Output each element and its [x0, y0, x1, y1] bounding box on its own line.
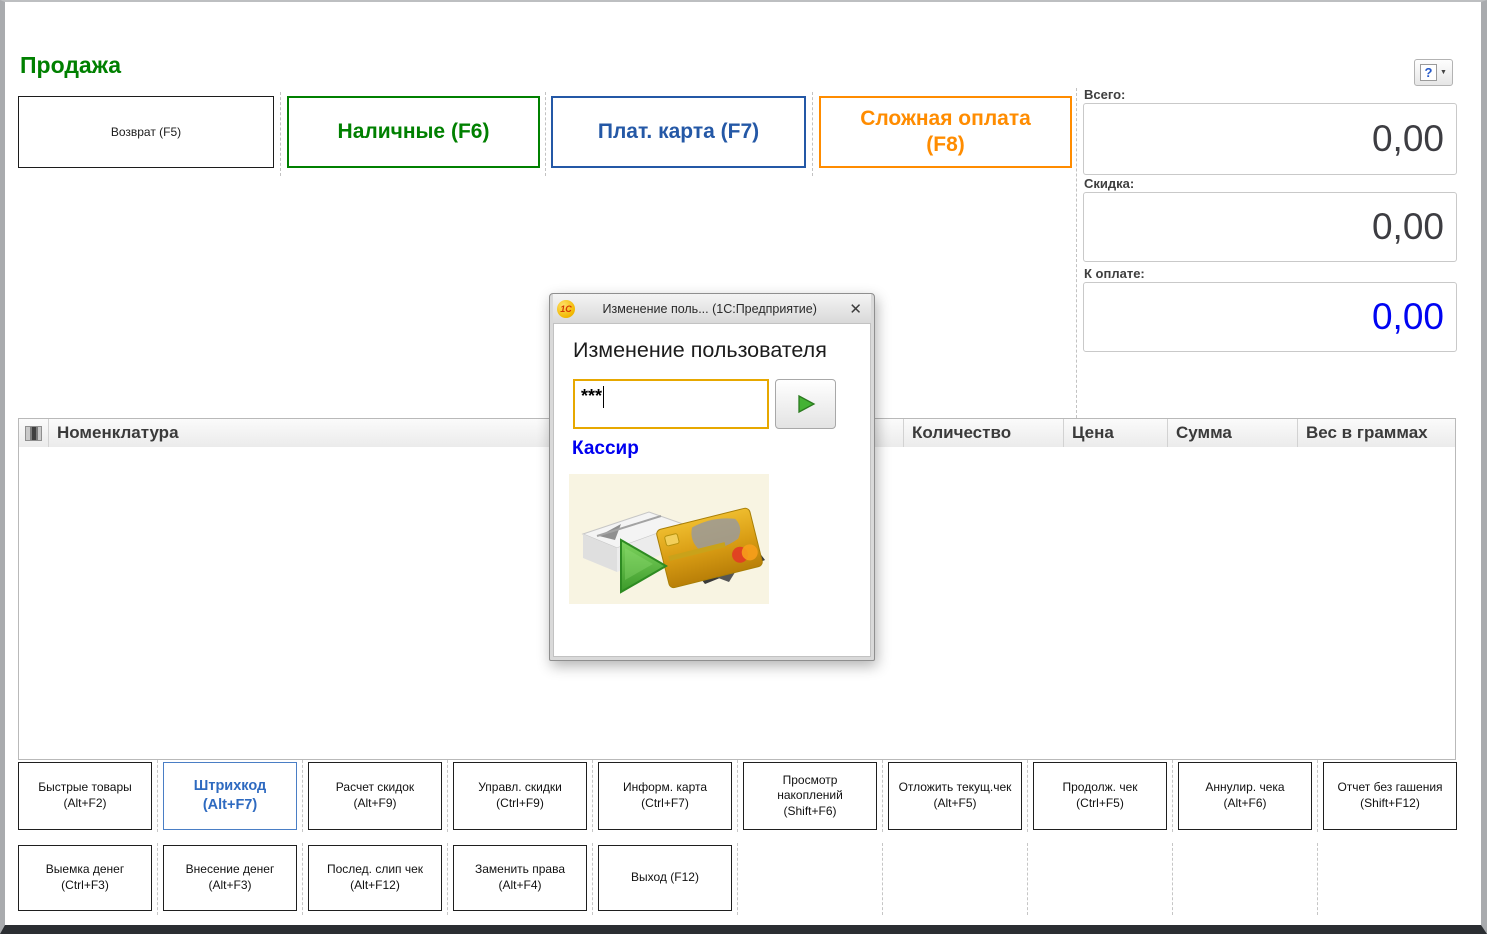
- cash-deposit-button[interactable]: Внесение денег(Alt+F3): [163, 845, 297, 911]
- 1c-logo-icon: 1С: [557, 300, 575, 318]
- help-icon: ?: [1420, 64, 1437, 81]
- app-window: { "app": { "page_title": "Продажа" }, "h…: [0, 0, 1487, 934]
- column-header-price[interactable]: Цена: [1064, 419, 1168, 447]
- confirm-button[interactable]: [775, 379, 836, 429]
- info-card-button[interactable]: Информ. карта(Ctrl+F7): [598, 762, 732, 830]
- card-payment-button[interactable]: Плат. карта (F7): [551, 96, 806, 168]
- splitter: [1027, 843, 1028, 915]
- help-button[interactable]: ? ▼: [1414, 59, 1453, 86]
- complex-payment-button[interactable]: Сложная оплата (F8): [819, 96, 1072, 168]
- chevron-down-icon: ▼: [1440, 69, 1447, 76]
- change-user-dialog: 1С Изменение поль... (1С:Предприятие) ✕ …: [549, 293, 875, 661]
- password-input[interactable]: ***: [573, 379, 769, 429]
- close-icon[interactable]: ✕: [844, 300, 867, 318]
- splitter: [812, 92, 813, 176]
- splitter: [302, 843, 303, 915]
- column-header-weight[interactable]: Вес в граммах: [1298, 419, 1455, 447]
- total-value: 0,00: [1372, 118, 1444, 160]
- quick-goods-button[interactable]: Быстрые товары(Alt+F2): [18, 762, 152, 830]
- cashier-user-link[interactable]: Кассир: [572, 438, 639, 460]
- splitter: [1172, 760, 1173, 832]
- discount-value: 0,00: [1372, 206, 1444, 248]
- splitter: [280, 92, 281, 176]
- password-value: ***: [581, 386, 602, 406]
- column-header-sum[interactable]: Сумма: [1168, 419, 1298, 447]
- splitter: [157, 843, 158, 915]
- to-pay-value: 0,00: [1372, 296, 1444, 338]
- dialog-titlebar[interactable]: 1С Изменение поль... (1С:Предприятие) ✕: [553, 294, 871, 323]
- discount-label: Скидка:: [1084, 176, 1134, 191]
- discount-field: 0,00: [1083, 192, 1457, 262]
- total-field: 0,00: [1083, 103, 1457, 175]
- total-label: Всего:: [1084, 87, 1125, 102]
- last-slip-button[interactable]: Послед. слип чек(Alt+F12): [308, 845, 442, 911]
- splitter: [447, 843, 448, 915]
- page-title: Продажа: [20, 52, 121, 79]
- splitter: [882, 760, 883, 832]
- continue-receipt-button[interactable]: Продолж. чек(Ctrl+F5): [1033, 762, 1167, 830]
- splitter: [447, 760, 448, 832]
- splitter: [157, 760, 158, 832]
- splitter: [882, 843, 883, 915]
- barcode-button[interactable]: Штрихкод(Alt+F7): [163, 762, 297, 830]
- defer-receipt-button[interactable]: Отложить текущ.чек(Alt+F5): [888, 762, 1022, 830]
- row-number-icon: [25, 426, 42, 441]
- discount-calc-button[interactable]: Расчет скидок(Alt+F9): [308, 762, 442, 830]
- splitter: [1172, 843, 1173, 915]
- to-pay-label: К оплате:: [1084, 266, 1145, 281]
- to-pay-field: 0,00: [1083, 282, 1457, 352]
- view-accumulations-button[interactable]: Просмотр накоплений(Shift+F6): [743, 762, 877, 830]
- splitter: [592, 843, 593, 915]
- cash-payment-button[interactable]: Наличные (F6): [287, 96, 540, 168]
- change-rights-button[interactable]: Заменить права(Alt+F4): [453, 845, 587, 911]
- manage-discounts-button[interactable]: Управл. скидки(Ctrl+F9): [453, 762, 587, 830]
- return-button[interactable]: Возврат (F5): [18, 96, 274, 168]
- splitter: [1317, 843, 1318, 915]
- cash-withdrawal-button[interactable]: Выемка денег(Ctrl+F3): [18, 845, 152, 911]
- splitter: [1076, 88, 1077, 418]
- splitter: [1027, 760, 1028, 832]
- card-reader-image: [569, 474, 769, 604]
- splitter: [302, 760, 303, 832]
- dialog-body: Изменение пользователя *** Кассир: [553, 323, 871, 657]
- text-caret: [603, 386, 604, 408]
- dialog-heading: Изменение пользователя: [573, 338, 827, 363]
- exit-button[interactable]: Выход (F12): [598, 845, 732, 911]
- splitter: [737, 760, 738, 832]
- void-receipt-button[interactable]: Аннулир. чека(Alt+F6): [1178, 762, 1312, 830]
- x-report-button[interactable]: Отчет без гашения(Shift+F12): [1323, 762, 1457, 830]
- play-icon: [796, 394, 816, 414]
- dialog-title: Изменение поль... (1С:Предприятие): [581, 302, 838, 316]
- splitter: [592, 760, 593, 832]
- splitter: [1317, 760, 1318, 832]
- column-header-quantity[interactable]: Количество: [904, 419, 1064, 447]
- splitter: [737, 843, 738, 915]
- row-number-column-header[interactable]: [19, 419, 49, 447]
- splitter: [545, 92, 546, 176]
